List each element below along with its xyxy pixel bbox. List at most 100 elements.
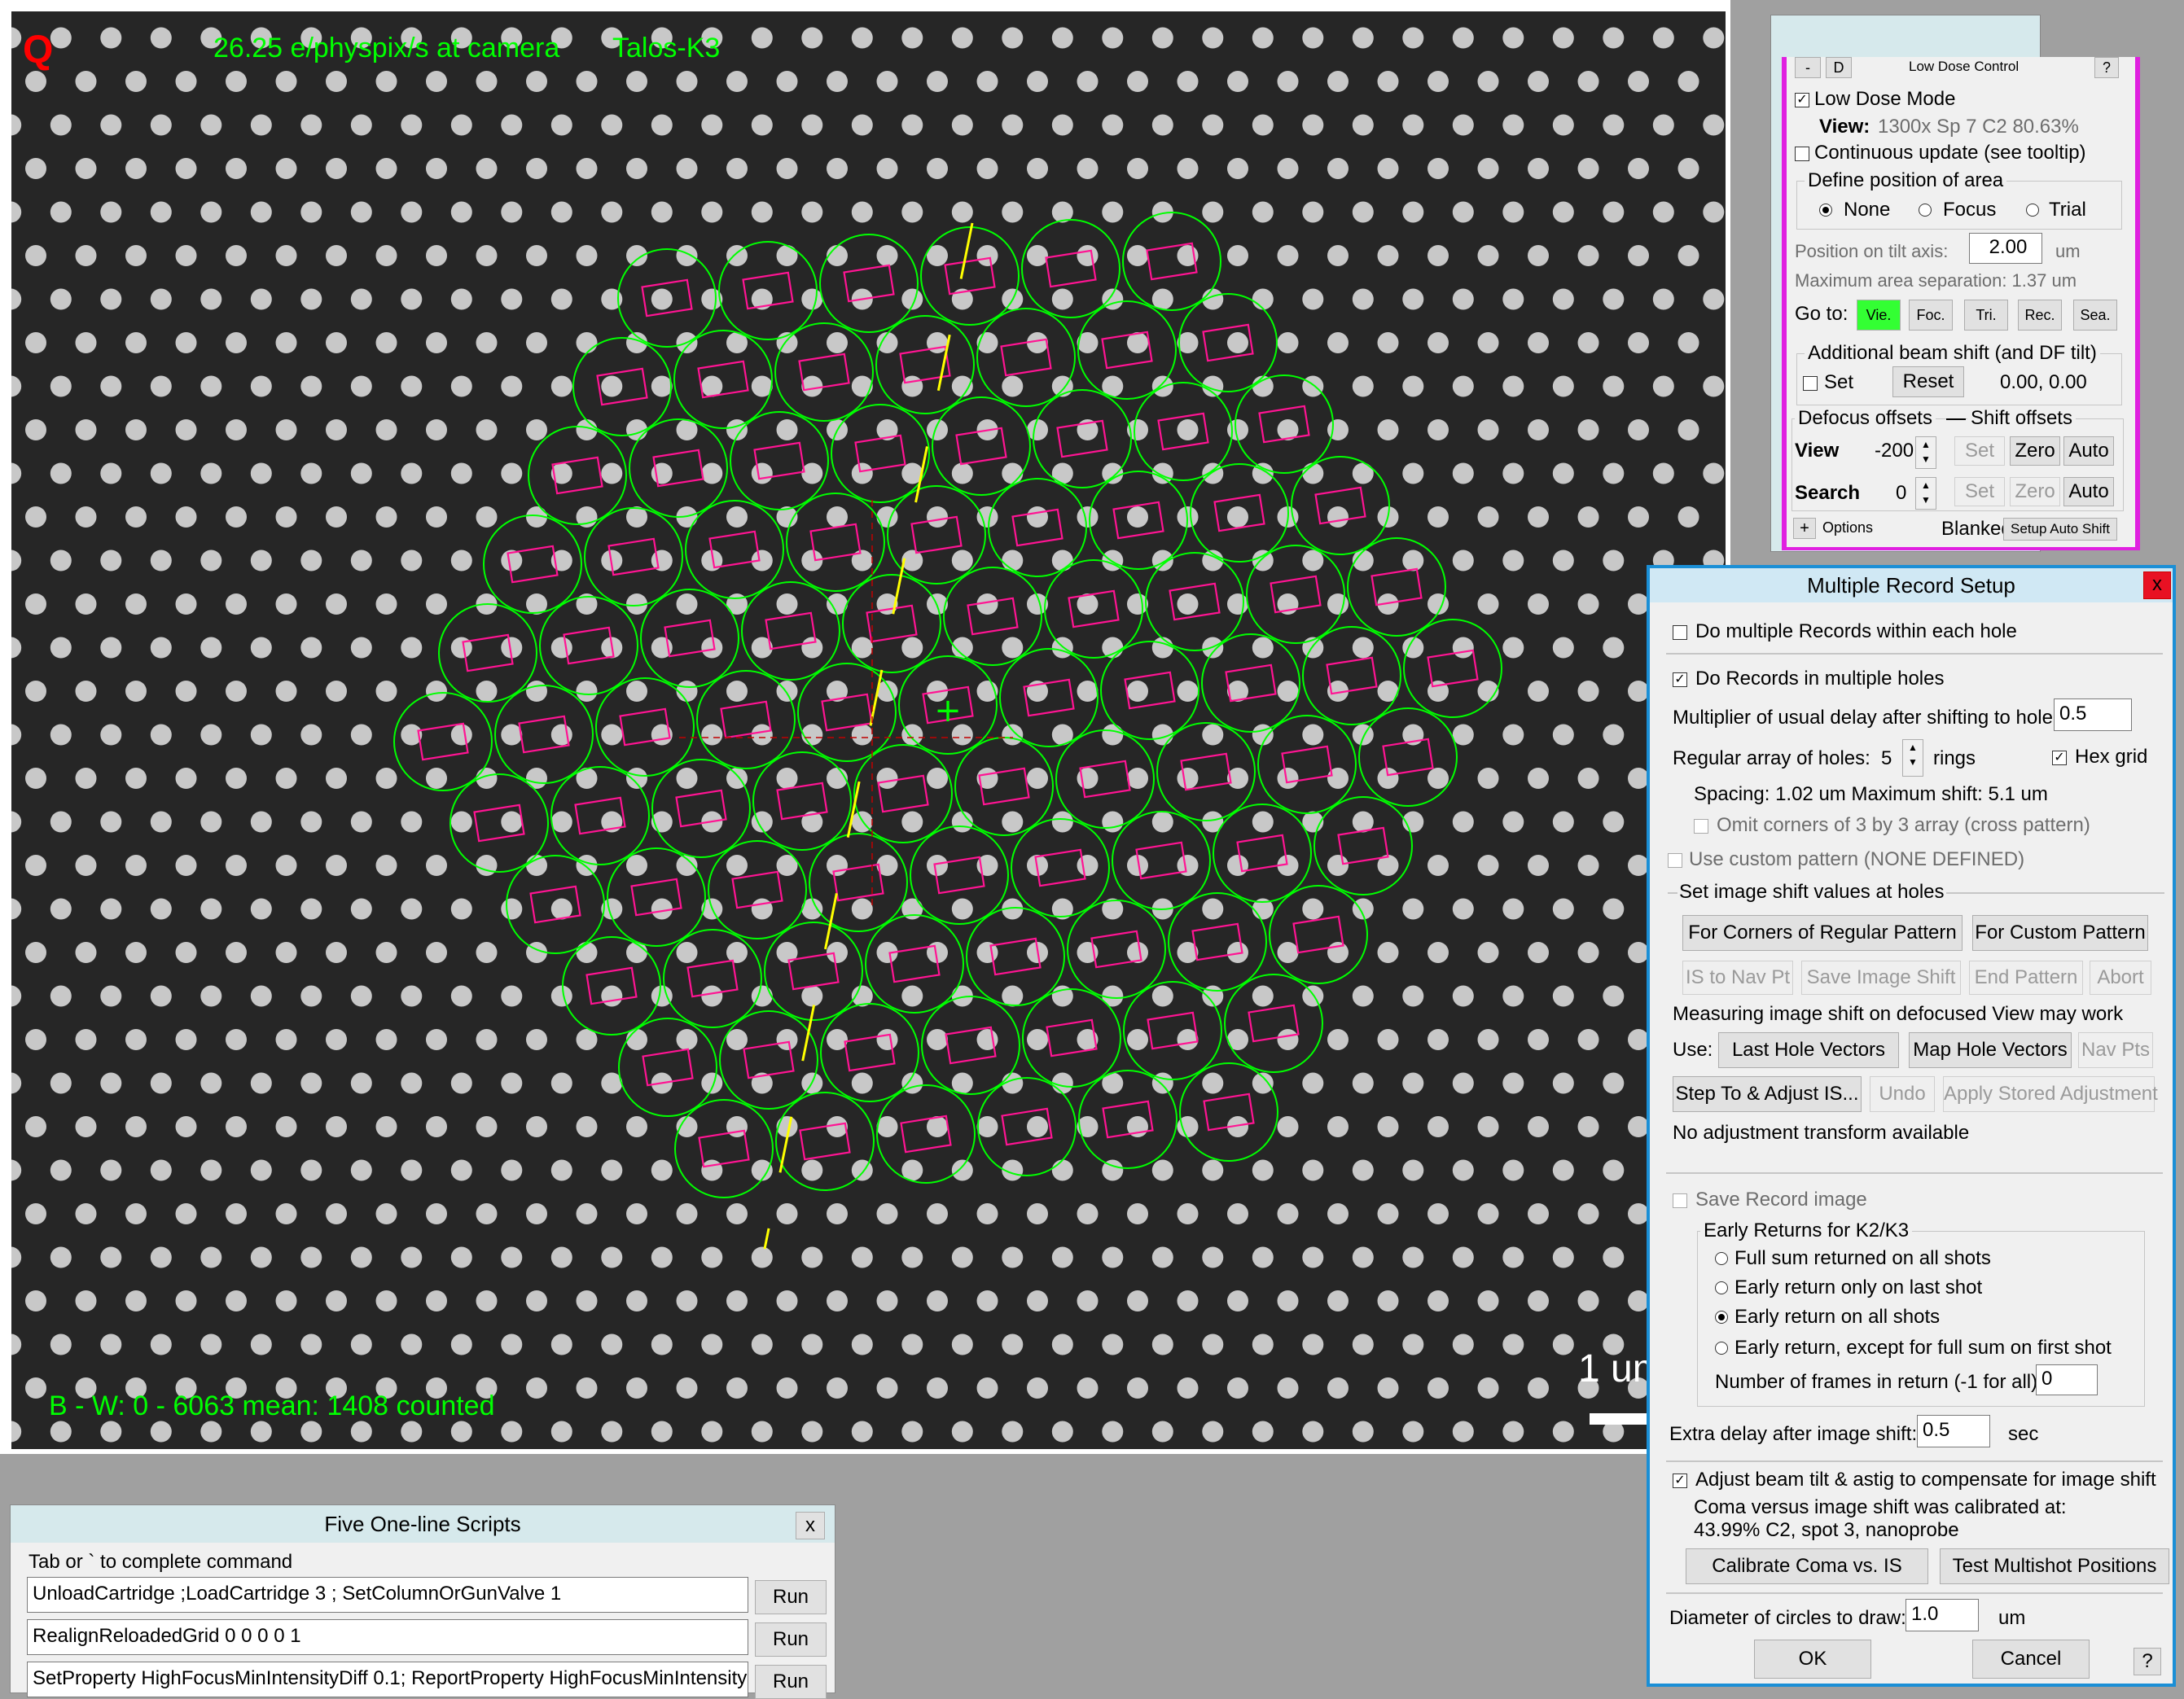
apply-stored-adjustment-button[interactable]: Apply Stored Adjustment [1943, 1076, 2158, 1112]
hole [1452, 637, 1474, 659]
corners-regular-pattern-button[interactable]: For Corners of Regular Pattern [1682, 915, 1963, 951]
save-image-shift-button[interactable]: Save Image Shift [1801, 961, 1961, 995]
hole [901, 201, 923, 223]
hole [100, 201, 122, 223]
extra-delay-input[interactable]: 0.5 [1917, 1415, 1990, 1447]
hole [601, 985, 623, 1007]
script-line-1[interactable]: UnloadCartridge ;LoadCartridge 3 ; SetCo… [27, 1577, 748, 1613]
search-set-button[interactable]: Set [1954, 477, 2005, 506]
options-expand-button[interactable]: + [1793, 518, 1816, 539]
hole [250, 985, 272, 1007]
low-dose-mode-checkbox[interactable]: ✓ [1795, 93, 1809, 107]
is-to-nav-pt-button[interactable]: IS to Nav Pt [1682, 961, 1793, 995]
dock-button[interactable]: D [1826, 57, 1852, 78]
custom-pattern-button[interactable]: For Custom Pattern [1972, 915, 2148, 951]
position-tilt-input[interactable]: 2.00 [1969, 233, 2042, 264]
radio-none[interactable] [1819, 204, 1832, 217]
goto-view-button[interactable]: Vie. [1857, 300, 1901, 331]
hole [1427, 506, 1449, 528]
omit-corners-checkbox[interactable] [1694, 819, 1708, 834]
hole [1102, 114, 1124, 136]
multi-holes-checkbox[interactable]: ✓ [1673, 672, 1687, 687]
search-defocus-spinner[interactable]: ▲ ▼ [1915, 477, 1936, 510]
test-multishot-button[interactable]: Test Multishot Positions [1940, 1548, 2169, 1584]
script-line-2[interactable]: RealignReloadedGrid 0 0 0 0 1 [27, 1619, 748, 1655]
er-full-sum-radio[interactable] [1715, 1252, 1728, 1265]
calibrate-coma-button[interactable]: Calibrate Coma vs. IS [1686, 1548, 1928, 1584]
er-last-shot-radio[interactable] [1715, 1281, 1728, 1294]
goto-record-button[interactable]: Rec. [2018, 300, 2062, 331]
hole [1151, 811, 1173, 833]
help-button[interactable]: ? [2094, 57, 2119, 78]
cancel-button[interactable]: Cancel [1972, 1640, 2090, 1679]
diameter-input[interactable]: 1.0 [1906, 1599, 1979, 1631]
step-to-adjust-is-button[interactable]: Step To & Adjust IS... [1673, 1076, 1862, 1112]
hole [1427, 855, 1449, 876]
divider-4 [1666, 1592, 2163, 1594]
view-auto-button[interactable]: Auto [2063, 436, 2114, 466]
radio-trial[interactable] [2026, 204, 2039, 217]
goto-search-button[interactable]: Sea. [2073, 300, 2117, 331]
scripts-close-icon[interactable]: x [796, 1512, 825, 1539]
abort-button[interactable]: Abort [2090, 961, 2151, 995]
beam-shift-value: 0.00, 0.00 [2000, 371, 2087, 393]
search-auto-button[interactable]: Auto [2063, 477, 2114, 506]
rings-spinner[interactable]: ▲ ▼ [1902, 739, 1923, 777]
search-zero-button[interactable]: Zero [2010, 477, 2060, 506]
save-record-checkbox[interactable] [1673, 1193, 1687, 1208]
run-script-1-button[interactable]: Run [755, 1580, 827, 1614]
hole [1477, 593, 1499, 615]
view-defocus-spinner[interactable]: ▲ ▼ [1915, 436, 1936, 469]
help-icon[interactable]: ? [2134, 1648, 2161, 1675]
hex-grid-checkbox[interactable]: ✓ [2052, 751, 2067, 765]
hole [801, 462, 823, 484]
view-zero-button[interactable]: Zero [2010, 436, 2060, 466]
hole [876, 1377, 898, 1399]
hole [350, 1333, 372, 1355]
hole [1652, 375, 1674, 397]
run-script-3-button[interactable]: Run [755, 1665, 827, 1699]
hole [901, 811, 923, 833]
setup-auto-shift-button[interactable]: Setup Auto Shift [2003, 518, 2117, 541]
hole [1027, 768, 1048, 789]
collapse-button[interactable]: - [1795, 57, 1821, 78]
hole [801, 637, 823, 659]
divider-2 [1666, 1172, 2163, 1174]
hole [1528, 1116, 1549, 1137]
continuous-update-checkbox[interactable] [1795, 147, 1809, 161]
close-icon[interactable]: x [2143, 571, 2171, 599]
hole [1603, 550, 1625, 571]
last-hole-vectors-button[interactable]: Last Hole Vectors [1718, 1032, 1899, 1068]
run-script-2-button[interactable]: Run [755, 1622, 827, 1657]
hole [827, 158, 848, 179]
er-except-first-radio[interactable] [1715, 1342, 1728, 1355]
radio-focus[interactable] [1919, 204, 1932, 217]
undo-button[interactable]: Undo [1870, 1076, 1935, 1112]
hole [200, 375, 222, 397]
micrograph-image[interactable]: + Q 26.25 e/physpix/s at camera Talos-K3… [11, 11, 1726, 1449]
script-line-3[interactable]: SetProperty HighFocusMinIntensityDiff 0.… [27, 1662, 748, 1697]
hole [801, 985, 823, 1007]
multi-records-checkbox[interactable] [1673, 625, 1687, 640]
goto-focus-button[interactable]: Foc. [1909, 300, 1953, 331]
goto-trial-button[interactable]: Tri. [1964, 300, 2008, 331]
hole [350, 898, 372, 920]
ok-button[interactable]: OK [1754, 1640, 1871, 1679]
multiplier-input[interactable]: 0.5 [2054, 698, 2132, 731]
hole [1477, 1377, 1499, 1399]
hole [1127, 1203, 1148, 1224]
view-set-button[interactable]: Set [1954, 436, 2005, 466]
continuous-update-label: Continuous update (see tooltip) [1814, 142, 2086, 164]
er-all-shots-radio[interactable] [1715, 1311, 1728, 1324]
frames-return-input[interactable]: 0 [2036, 1364, 2098, 1395]
map-hole-vectors-button[interactable]: Map Hole Vectors [1909, 1032, 2072, 1068]
hole [1452, 1421, 1474, 1443]
end-pattern-button[interactable]: End Pattern [1969, 961, 2083, 995]
adjust-beam-tilt-checkbox[interactable]: ✓ [1673, 1473, 1687, 1488]
reset-button[interactable]: Reset [1892, 366, 1964, 397]
custom-pattern-checkbox[interactable] [1668, 853, 1682, 868]
nav-pts-button[interactable]: Nav Pts [2078, 1032, 2153, 1068]
beam-set-checkbox[interactable] [1803, 376, 1818, 391]
hole [11, 1159, 22, 1181]
hole [1002, 1246, 1024, 1268]
